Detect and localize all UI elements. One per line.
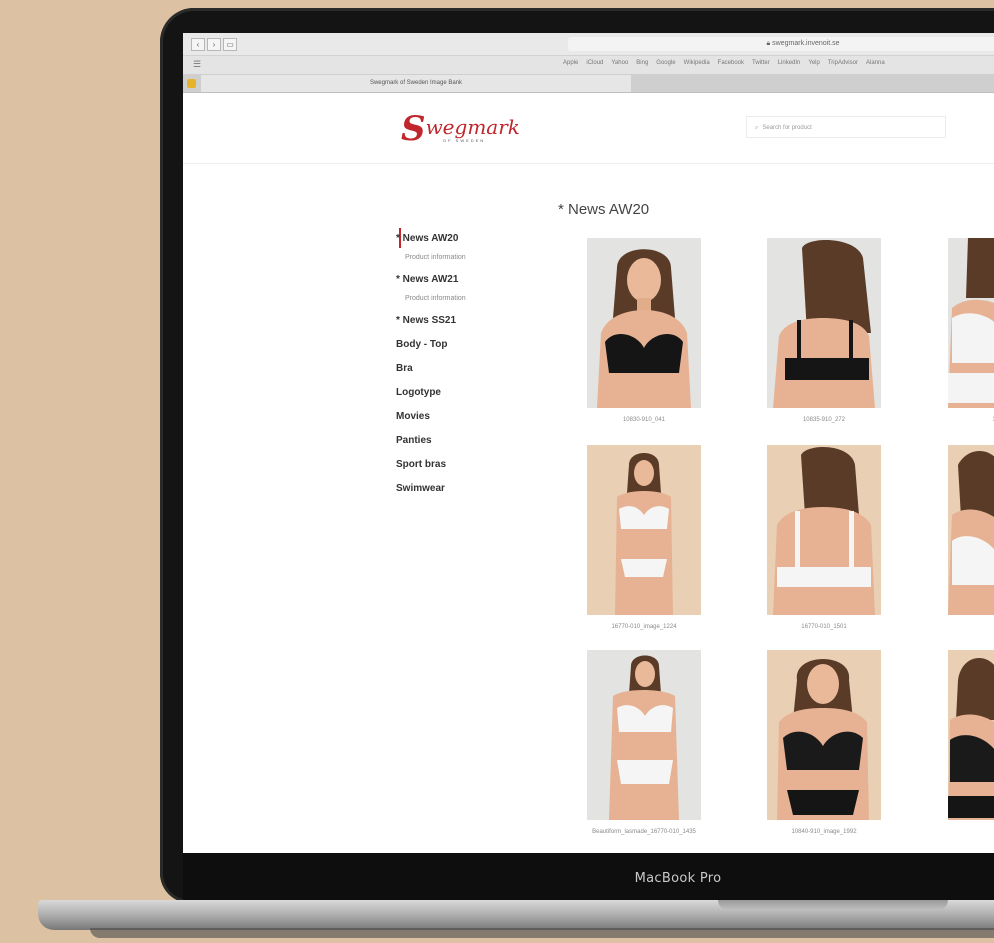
product-caption: 10830-910_041 [622,417,666,423]
sidebar-item-sport-bras[interactable]: Sport bras [396,459,536,471]
product-card[interactable]: 10840-9 [948,650,994,838]
product-caption: 10840-910_image_1992 [791,829,857,835]
bookmark-item[interactable]: iCloud [586,60,603,66]
macbook-label: MacBook Pro [634,871,722,886]
nav-buttons: ‹ › ▭ [191,38,237,51]
product-caption: 10835-910_272 [802,417,846,423]
search-input[interactable]: ⌕ Search for product [746,116,946,138]
product-photo[interactable] [767,238,881,408]
bookmark-item[interactable]: Twitter [752,60,770,66]
bookmark-item[interactable]: Apple [563,60,578,66]
product-caption: 16770-010_1501 [801,624,847,630]
sidebar-item-news-aw20[interactable]: * News AW20 [396,233,536,245]
sidebar-subitem-product-information[interactable]: Product information [405,253,536,262]
bookmark-item[interactable]: Yahoo [611,60,628,66]
bookmark-item[interactable]: Alanna [866,60,885,66]
sidebar-item-body-top[interactable]: Body - Top [396,339,536,351]
back-icon[interactable]: ‹ [191,38,205,51]
product-caption: 16770-01 [928,417,994,423]
sidebar-toggle-icon[interactable]: ▭ [223,38,237,51]
bookmarks-bar: ☰ Apple iCloud Yahoo Bing Google Wikiped… [183,56,994,75]
sidebar-item-panties[interactable]: Panties [396,435,536,447]
address-bar[interactable]: 🔒︎ swegmark.invenoit.se [568,37,994,51]
product-card[interactable]: 1677 [948,445,994,633]
product-photo[interactable] [587,445,701,615]
bookmark-item[interactable]: LinkedIn [778,60,801,66]
bookmark-item[interactable]: Wikipedia [684,60,710,66]
browser-toolbar: ‹ › ▭ 🔒︎ swegmark.invenoit.se [183,33,994,56]
category-sidebar: * News AW20 Product information * News A… [396,233,536,507]
product-photo[interactable] [948,238,994,408]
bookmark-item[interactable]: Yelp [808,60,819,66]
sidebar-item-logotype[interactable]: Logotype [396,387,536,399]
bookmark-item[interactable]: TripAdvisor [828,60,858,66]
product-card[interactable]: 10830-910_041 [587,238,701,426]
product-card[interactable]: 16770-010_1501 [767,445,881,633]
product-card[interactable]: 16770-010_image_1224 [587,445,701,633]
page-title: * News AW20 [558,201,650,218]
sidebar-item-movies[interactable]: Movies [396,411,536,423]
tab-bar: Swegmark of Sweden Image Bank [183,75,994,93]
product-photo[interactable] [767,445,881,615]
product-card[interactable]: 10840-910_image_1992 [767,650,881,838]
product-caption: Beautiform_lasmade_16770-010_1435 [592,829,696,835]
bottom-bezel: MacBook Pro [183,853,994,901]
product-card[interactable]: Beautiform_lasmade_16770-010_1435 [587,650,701,838]
product-caption: 1677 [928,624,994,630]
favicon-icon [187,79,196,88]
address-url: swegmark.invenoit.se [772,40,840,47]
sidebar-item-swimwear[interactable]: Swimwear [396,483,536,495]
laptop-shadow [90,928,994,938]
screen: ‹ › ▭ 🔒︎ swegmark.invenoit.se ☰ Apple iC… [183,33,994,853]
product-photo[interactable] [767,650,881,820]
sidebar-subitem-product-information[interactable]: Product information [405,294,536,303]
search-placeholder: Search for product [762,125,812,131]
forward-icon[interactable]: › [207,38,221,51]
product-card[interactable]: 10835-910_272 [767,238,881,426]
product-photo[interactable] [948,650,994,820]
laptop-notch [718,900,948,910]
product-photo[interactable] [587,238,701,408]
site-header: Swegmark OF SWEDEN ⌕ Search for product [183,93,994,164]
sidebar-item-news-ss21[interactable]: * News SS21 [396,315,536,327]
logo-subtitle: OF SWEDEN [443,138,486,143]
search-icon: ⌕ [755,125,759,131]
product-card[interactable]: 16770-01 [948,238,994,426]
bookmark-list: Apple iCloud Yahoo Bing Google Wikipedia… [563,60,885,66]
tab-image-bank[interactable]: Swegmark of Sweden Image Bank [201,75,631,92]
product-caption: 16770-010_image_1224 [611,624,677,630]
menu-icon[interactable]: ☰ [193,59,201,70]
bookmark-item[interactable]: Facebook [718,60,744,66]
product-caption: 10840-9 [928,829,994,835]
product-photo[interactable] [587,650,701,820]
bookmark-item[interactable]: Google [656,60,675,66]
sidebar-item-bra[interactable]: Bra [396,363,536,375]
product-photo[interactable] [948,445,994,615]
sidebar-item-news-aw21[interactable]: * News AW21 [396,274,536,286]
swegmark-logo[interactable]: Swegmark [401,111,520,146]
logo-text: wegmark [425,115,520,139]
logo-mark: S [401,109,426,149]
bookmark-item[interactable]: Bing [636,60,648,66]
